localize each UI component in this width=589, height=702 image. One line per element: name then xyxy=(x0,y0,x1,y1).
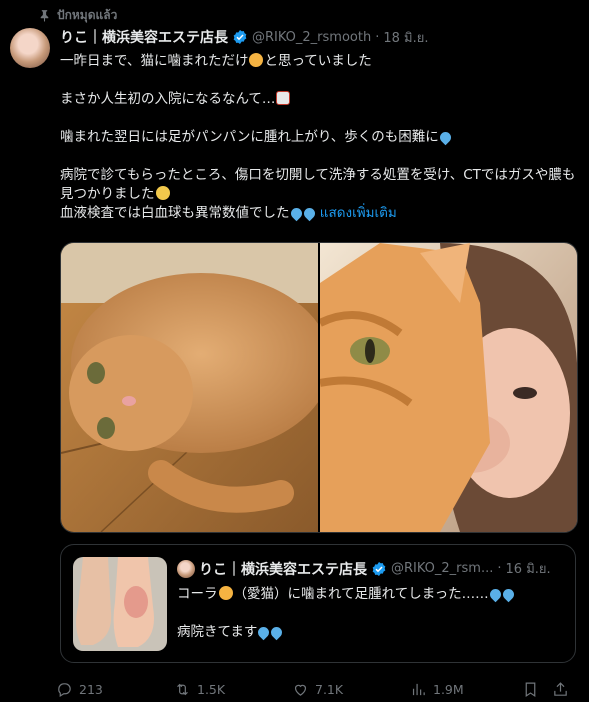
quoted-tweet[interactable]: りこ｜横浜美容エステ店長 @RIKO_2_rsm... · 16 มิ.ย. コ… xyxy=(60,544,576,663)
sad-face-emoji-icon xyxy=(155,186,170,200)
author-avatar[interactable] xyxy=(10,28,50,68)
quoted-line-1b: （愛猫）に噛まれて足腫れてしまった…… xyxy=(233,586,489,602)
tweet-line-1b: と思っていました xyxy=(264,53,372,69)
author-name[interactable]: りこ｜横浜美容エステ店長 xyxy=(60,27,228,47)
views-icon xyxy=(412,683,425,695)
quoted-line-1a: コーラ xyxy=(177,586,218,602)
cat-emoji-icon xyxy=(249,53,264,67)
reply-icon xyxy=(58,682,71,697)
sweat-emoji-icon xyxy=(500,586,516,603)
tweet-line-1: 一昨日まで、猫に噛まれただけ xyxy=(60,53,249,69)
quoted-tweet-date: 16 มิ.ย. xyxy=(505,562,551,577)
cat-lying-photo[interactable] xyxy=(61,243,318,532)
tweet-media xyxy=(60,242,578,533)
share-button[interactable] xyxy=(552,681,576,698)
tweet-line-2: まさか人生初の入院になるなんて… xyxy=(60,91,276,107)
repost-icon xyxy=(177,683,188,695)
reply-button[interactable]: 213 xyxy=(56,681,174,698)
cat-emoji-icon xyxy=(218,586,233,600)
bookmark-button[interactable] xyxy=(522,681,552,698)
tweet-date[interactable]: 18 มิ.ย. xyxy=(383,27,428,48)
like-count: 7.1K xyxy=(315,681,344,697)
like-icon xyxy=(294,684,307,696)
sweat-emoji-icon xyxy=(288,205,304,222)
sweat-emoji-icon xyxy=(256,624,272,641)
tweet-text: 一昨日まで、猫に噛まれただけ と思っていました まさか人生初の入院になるなんて… … xyxy=(60,52,580,223)
repost-count: 1.5K xyxy=(197,681,226,697)
quoted-tweet-text: コーラ （愛猫）に噛まれて足腫れてしまった…… 病院きてます xyxy=(177,585,563,661)
separator-dot: · xyxy=(375,29,380,45)
swollen-foot-thumbnail xyxy=(73,557,167,651)
tweet-line-3: 噛まれた翌日には足がパンパンに腫れ上がり、歩くのも困難に xyxy=(60,129,439,145)
separator-dot: · xyxy=(497,561,502,576)
quoted-author-handle: @RIKO_2_rsm... xyxy=(391,561,494,576)
share-icon xyxy=(554,681,567,696)
like-button[interactable]: 7.1K xyxy=(292,681,410,698)
quoted-line-2: 病院きてます xyxy=(177,624,258,640)
reply-count: 213 xyxy=(79,681,103,697)
verified-badge-icon xyxy=(372,561,386,576)
author-handle[interactable]: @RIKO_2_rsmooth xyxy=(252,30,371,45)
sweat-emoji-icon xyxy=(301,205,317,222)
views-button[interactable]: 1.9M xyxy=(410,681,522,698)
quoted-author-avatar xyxy=(177,559,195,578)
sweat-emoji-icon xyxy=(437,129,454,146)
sweat-emoji-icon xyxy=(269,624,285,641)
cat-and-woman-photo[interactable] xyxy=(320,243,577,532)
quoted-tweet-header: りこ｜横浜美容エステ店長 @RIKO_2_rsm... · 16 มิ.ย. xyxy=(177,558,563,579)
hospital-emoji-icon xyxy=(276,91,291,105)
tweet-line-5: 血液検査では白血球も異常数値でした xyxy=(60,205,290,221)
bookmark-icon xyxy=(525,682,536,697)
tweet-actions: 213 1.5K 7.1K 1.9M xyxy=(56,678,576,700)
repost-button[interactable]: 1.5K xyxy=(174,681,292,698)
pin-icon xyxy=(40,10,49,22)
quoted-author-name: りこ｜横浜美容エステ店長 xyxy=(199,561,367,578)
tweet-header: りこ｜横浜美容エステ店長 @RIKO_2_rsmooth · 18 มิ.ย. xyxy=(60,27,579,48)
pinned-indicator: ปักหมุดแล้ว xyxy=(38,6,117,25)
sweat-emoji-icon xyxy=(487,586,503,603)
tweet-line-4: 病院で診てもらったところ、傷口を切開して洗浄する処置を受け、CTではガスや膿も見… xyxy=(60,167,576,202)
views-count: 1.9M xyxy=(433,681,464,697)
show-more-link[interactable]: แสดงเพิ่มเติม xyxy=(320,205,397,221)
pinned-label: ปักหมุดแล้ว xyxy=(57,8,118,22)
verified-badge-icon xyxy=(233,30,247,44)
